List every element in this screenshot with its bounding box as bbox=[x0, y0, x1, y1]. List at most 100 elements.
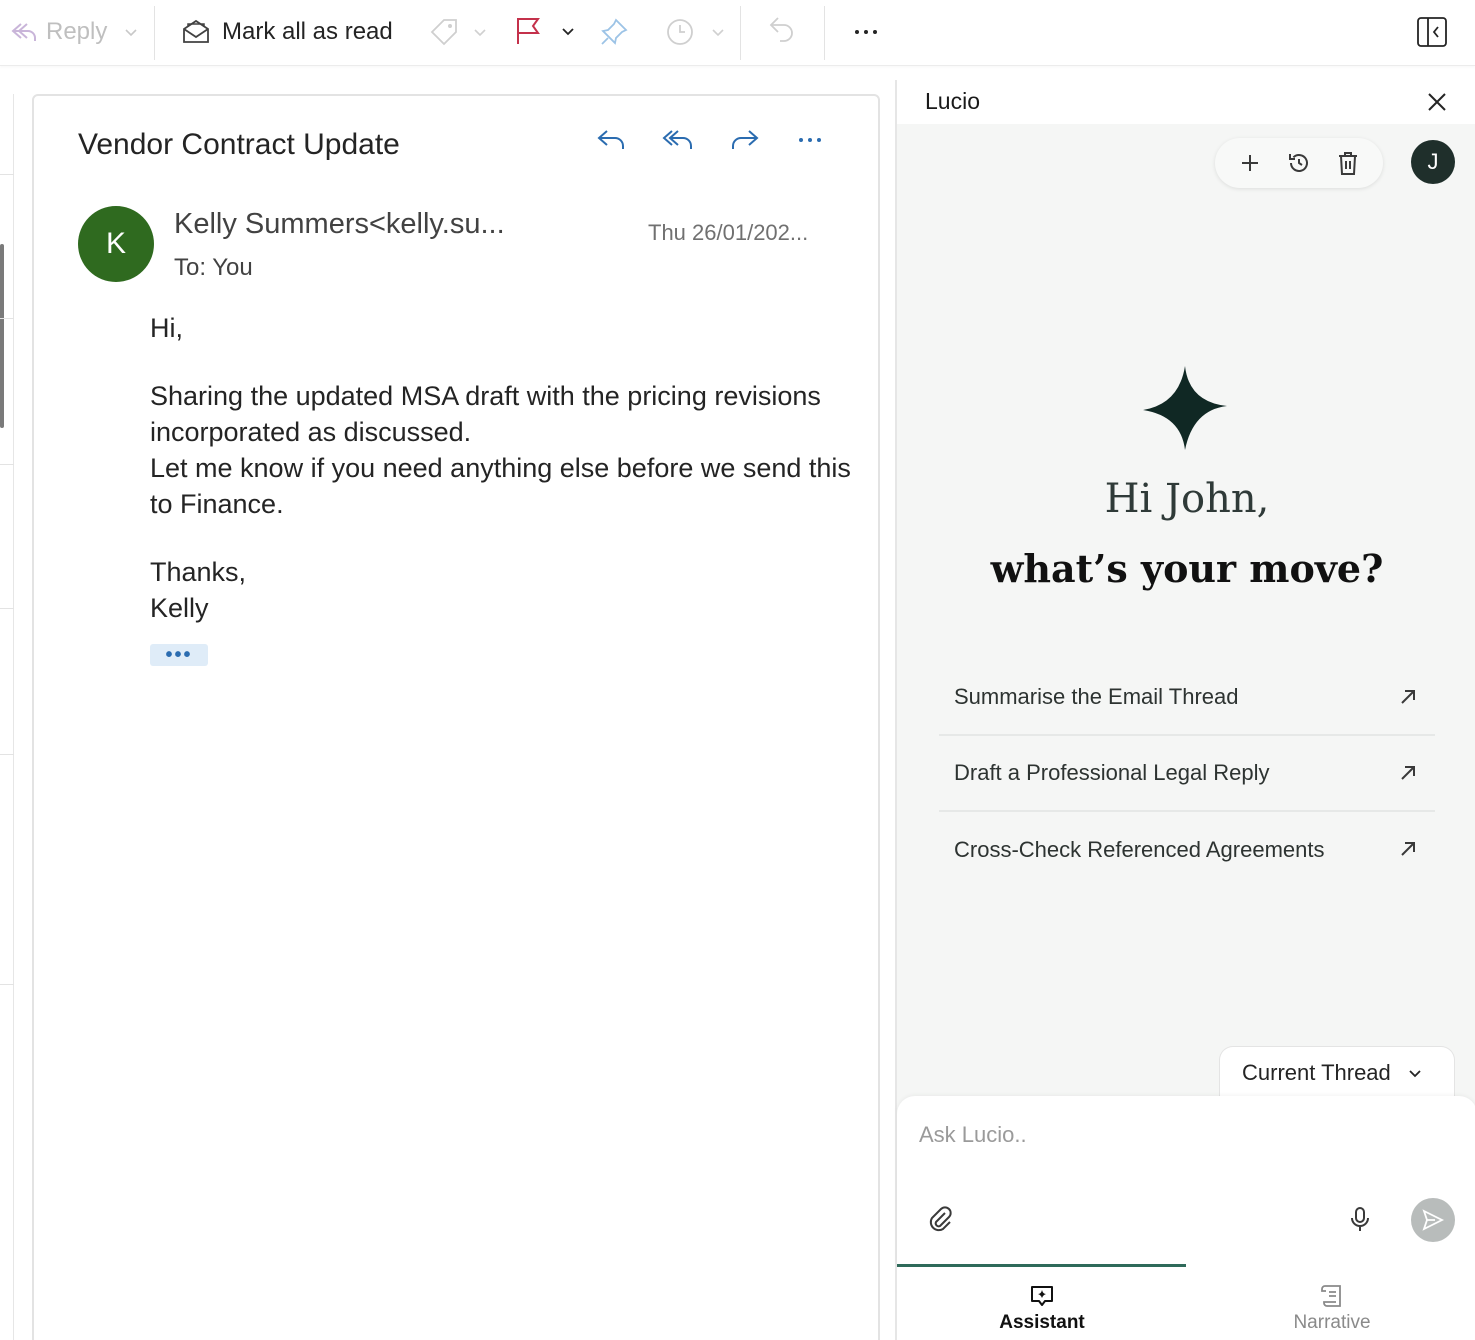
arrow-up-right-icon bbox=[1401, 842, 1415, 856]
mark-all-read-label: Mark all as read bbox=[222, 18, 393, 45]
pin-button[interactable] bbox=[598, 16, 630, 48]
close-panel-button[interactable] bbox=[1423, 88, 1451, 116]
tab-label: Narrative bbox=[1293, 1312, 1371, 1333]
greeting-title: Hi John, bbox=[1104, 476, 1270, 522]
show-trimmed-content-button[interactable]: ••• bbox=[150, 644, 208, 666]
chat-input[interactable]: Ask Lucio.. bbox=[919, 1122, 1027, 1148]
message-actions bbox=[594, 122, 828, 158]
lucio-panel: Lucio J Hi John, what’s your move? Summa… bbox=[895, 80, 1475, 1340]
selected-item-indicator bbox=[0, 244, 4, 428]
reply-button[interactable]: Reply bbox=[8, 16, 139, 48]
user-avatar[interactable]: J bbox=[1411, 140, 1455, 184]
more-options-button[interactable] bbox=[850, 16, 882, 48]
greeting-subtitle: what’s your move? bbox=[990, 546, 1384, 591]
paperclip-icon[interactable] bbox=[925, 1204, 955, 1234]
chevron-down-icon[interactable] bbox=[472, 24, 488, 40]
microphone-icon[interactable] bbox=[1345, 1204, 1375, 1234]
email-signature: Kelly bbox=[150, 593, 209, 623]
message-list-edge bbox=[0, 94, 14, 1340]
list-divider bbox=[0, 608, 14, 609]
forward-button[interactable] bbox=[726, 122, 762, 158]
toolbar-divider bbox=[824, 6, 825, 60]
send-icon bbox=[1422, 1209, 1445, 1231]
undo-icon bbox=[766, 14, 798, 48]
more-horizontal-icon bbox=[799, 138, 821, 142]
scroll-icon bbox=[1321, 1285, 1341, 1307]
close-icon bbox=[1428, 93, 1446, 111]
email-paragraph: Let me know if you need anything else be… bbox=[150, 453, 851, 519]
tab-assistant[interactable]: Assistant bbox=[897, 1282, 1187, 1334]
reply-all-button[interactable] bbox=[660, 122, 696, 158]
suggestion-list: Summarise the Email Thread Draft a Profe… bbox=[939, 660, 1435, 888]
mark-all-read-button[interactable]: Mark all as read bbox=[180, 16, 393, 48]
panel-tabs: Assistant Narrative bbox=[897, 1264, 1475, 1340]
tab-narrative[interactable]: Narrative bbox=[1187, 1282, 1475, 1334]
sender-name[interactable]: Kelly Summers<kelly.su... bbox=[174, 208, 505, 241]
categorize-button[interactable] bbox=[428, 16, 488, 48]
email-body: Hi, Sharing the updated MSA draft with t… bbox=[150, 310, 870, 626]
snooze-button[interactable] bbox=[664, 16, 726, 48]
history-icon bbox=[1288, 154, 1308, 172]
more-actions-button[interactable] bbox=[792, 122, 828, 158]
sender-avatar[interactable]: K bbox=[78, 206, 154, 282]
collapse-pane-button[interactable] bbox=[1414, 14, 1450, 50]
list-divider bbox=[0, 754, 14, 755]
sparkle-logo-icon bbox=[1143, 366, 1227, 450]
email-subject: Vendor Contract Update bbox=[78, 128, 400, 161]
email-greeting: Hi, bbox=[150, 313, 183, 343]
chevron-down-icon[interactable] bbox=[123, 24, 139, 40]
panel-title: Lucio bbox=[925, 88, 980, 114]
recipient-line: To: You bbox=[174, 254, 253, 281]
list-divider bbox=[0, 984, 14, 985]
arrow-up-right-icon bbox=[1401, 766, 1415, 780]
chat-input-area: Ask Lucio.. bbox=[897, 1096, 1475, 1264]
scope-selector[interactable]: Current Thread bbox=[1219, 1046, 1455, 1098]
arrow-up-right-icon bbox=[1401, 690, 1415, 704]
collapse-pane-icon bbox=[1414, 14, 1450, 50]
reading-pane: Vendor Contract Update K Kelly Summers<k… bbox=[32, 94, 880, 1340]
chevron-down-icon[interactable] bbox=[710, 24, 726, 40]
suggestion-item[interactable]: Cross-Check Referenced Agreements bbox=[939, 812, 1435, 888]
new-chat-button[interactable] bbox=[1235, 148, 1265, 178]
tab-label: Assistant bbox=[999, 1312, 1085, 1333]
history-button[interactable] bbox=[1284, 148, 1314, 178]
plus-icon bbox=[1241, 155, 1258, 171]
undo-button[interactable] bbox=[766, 14, 798, 48]
email-paragraph: Sharing the updated MSA draft with the p… bbox=[150, 381, 821, 447]
flag-icon bbox=[512, 14, 544, 48]
command-toolbar: Reply Mark all as read bbox=[0, 0, 1475, 66]
envelope-open-icon bbox=[180, 16, 212, 48]
assistant-icon bbox=[1031, 1286, 1053, 1306]
suggestion-item[interactable]: Draft a Professional Legal Reply bbox=[939, 736, 1435, 812]
toolbar-divider bbox=[154, 6, 155, 60]
reply-button[interactable] bbox=[594, 122, 630, 158]
suggestion-item[interactable]: Summarise the Email Thread bbox=[939, 660, 1435, 736]
send-button[interactable] bbox=[1411, 1198, 1455, 1242]
list-divider bbox=[0, 174, 14, 175]
trash-icon bbox=[1339, 152, 1358, 175]
tag-icon bbox=[428, 16, 460, 48]
suggestion-label: Cross-Check Referenced Agreements bbox=[954, 837, 1325, 862]
pin-icon bbox=[598, 16, 630, 48]
suggestion-label: Draft a Professional Legal Reply bbox=[954, 760, 1270, 785]
list-divider bbox=[0, 464, 14, 465]
chevron-down-icon bbox=[1409, 1069, 1421, 1077]
reply-icon bbox=[597, 130, 624, 149]
active-tab-indicator bbox=[897, 1264, 1186, 1267]
toolbar-divider bbox=[740, 6, 741, 60]
scope-label: Current Thread bbox=[1242, 1059, 1391, 1085]
suggestion-label: Summarise the Email Thread bbox=[954, 684, 1239, 709]
email-signoff: Thanks, bbox=[150, 557, 247, 587]
clock-icon bbox=[664, 16, 696, 48]
flag-button[interactable] bbox=[512, 14, 576, 48]
reply-label: Reply bbox=[46, 18, 108, 45]
reply-icon bbox=[8, 16, 40, 48]
panel-header: Lucio bbox=[897, 80, 1475, 124]
chat-tools bbox=[1215, 138, 1383, 188]
chevron-down-icon[interactable] bbox=[560, 23, 576, 39]
delete-chat-button[interactable] bbox=[1333, 148, 1363, 178]
forward-icon bbox=[732, 130, 759, 149]
more-horizontal-icon bbox=[850, 16, 882, 48]
email-date: Thu 26/01/202... bbox=[648, 220, 809, 245]
reply-all-icon bbox=[662, 130, 692, 149]
